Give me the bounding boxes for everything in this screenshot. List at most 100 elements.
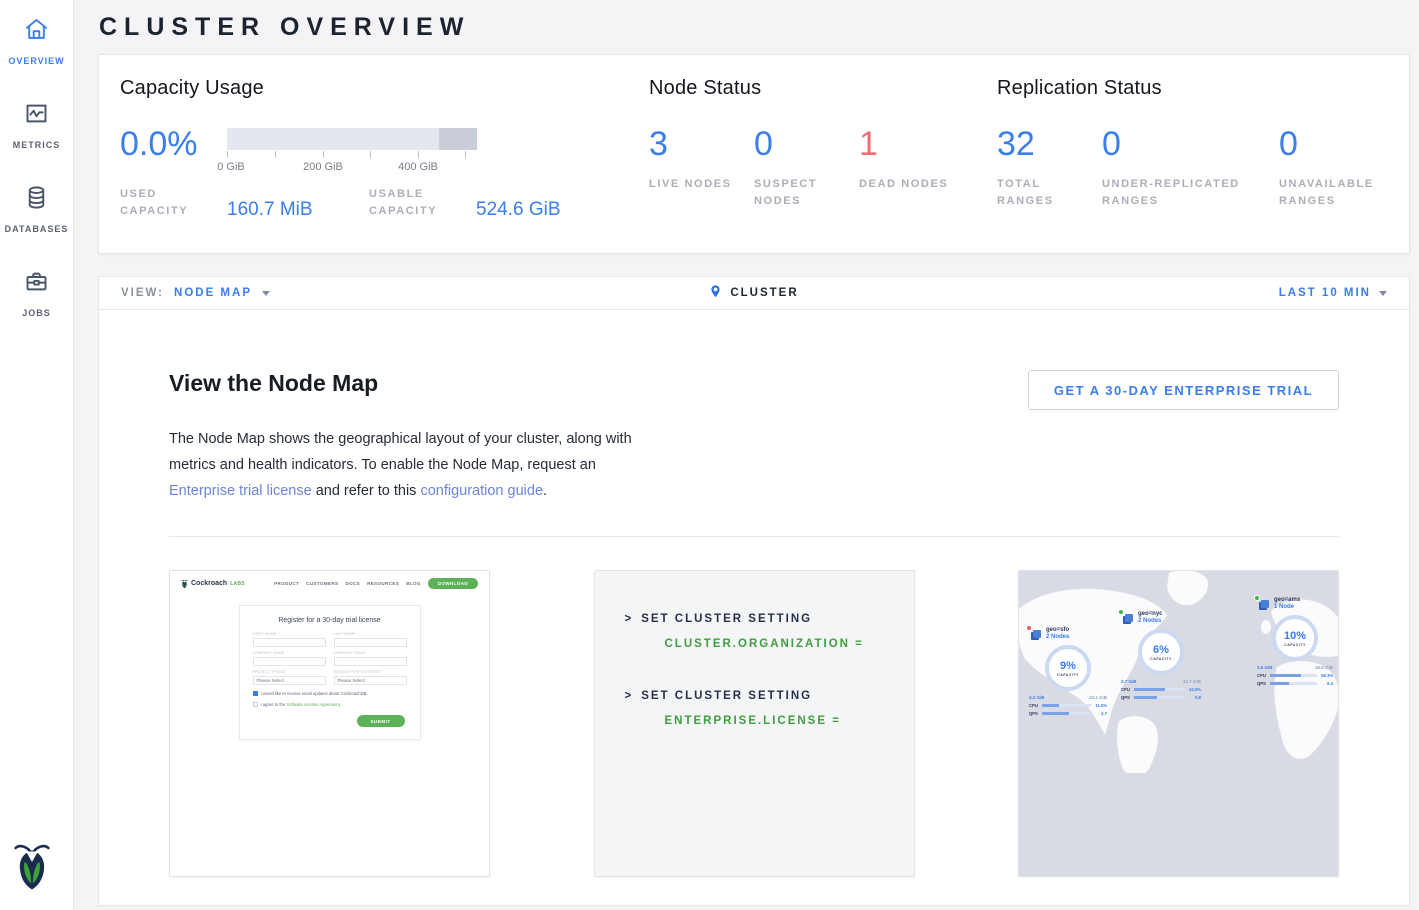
node-map-panel: View the Node Map GET A 30-DAY ENTERPRIS… <box>98 309 1410 906</box>
section-divider <box>169 536 1339 537</box>
locality-widget-sfo: geo=sfo2 Nodes 9% CAPACITY 3.2 GiB33.1 G… <box>1029 627 1107 716</box>
usable-capacity-metric: USABLE CAPACITY 524.6 GiB <box>369 186 618 220</box>
dead-nodes-value: 1 <box>859 125 964 163</box>
sidebar-item-label: DATABASES <box>5 224 69 234</box>
description-text: The Node Map shows the geographical layo… <box>169 431 632 473</box>
page-title: CLUSTER OVERVIEW <box>98 0 1410 54</box>
capacity-donut: 9% CAPACITY <box>1045 645 1091 691</box>
capacity-bar-used-segment <box>439 128 477 150</box>
home-icon <box>23 16 50 48</box>
capacity-bar <box>227 128 477 150</box>
sidebar-item-jobs[interactable]: JOBS <box>22 268 51 318</box>
view-value: NODE MAP <box>174 287 252 299</box>
capacity-donut: 6% CAPACITY <box>1138 629 1184 675</box>
sql-commands-illustration: >SET CLUSTER SETTING CLUSTER.ORGANIZATIO… <box>595 571 914 876</box>
checkbox-checked <box>253 691 258 696</box>
status-dot-green <box>1118 609 1124 615</box>
view-selector-dropdown[interactable]: VIEW: NODE MAP <box>121 287 543 299</box>
cockroachdb-logo-icon <box>13 841 51 898</box>
suspect-nodes-value: 0 <box>754 125 859 163</box>
trial-register-form: Register for a 30-day trial license FIRS… <box>239 605 421 740</box>
sidebar-item-label: JOBS <box>22 308 51 318</box>
suspect-nodes-stat: 0 SUSPECT NODES <box>754 125 859 210</box>
view-label: VIEW: <box>121 287 164 299</box>
total-ranges-stat: 32 TOTAL RANGES <box>997 125 1102 210</box>
configuration-guide-link[interactable]: configuration guide <box>420 483 543 499</box>
first-name-field <box>253 638 326 647</box>
capacity-axis-ticks <box>227 151 477 159</box>
company-email-field <box>334 657 407 666</box>
register-site-screenshot: Cockroach LABS PRODUCT CUSTOMERS DOCS RE… <box>170 571 489 876</box>
sidebar-nav: OVERVIEW METRICS DATABASES JOBS <box>0 0 73 352</box>
map-pin-icon <box>709 284 722 302</box>
node-map-illustration: geo=sfo2 Nodes 9% CAPACITY 3.2 GiB33.1 G… <box>1019 571 1338 876</box>
checkbox-unchecked <box>253 702 258 707</box>
description-text: and refer to this <box>316 483 417 499</box>
under-replicated-ranges-value: 0 <box>1102 125 1279 163</box>
sidebar: OVERVIEW METRICS DATABASES JOBS <box>0 0 74 910</box>
node-cube-icon <box>1033 630 1041 638</box>
node-map-heading: View the Node Map <box>169 370 378 397</box>
node-cube-icon <box>1125 614 1133 622</box>
scope-label: CLUSTER <box>730 287 798 299</box>
register-form-title: Register for a 30-day trial license <box>253 617 407 624</box>
status-dot-green <box>1254 595 1260 601</box>
locality-widget-nyc: geo=nyc2 Nodes 6% CAPACITY 3.7 GiB43.7 G… <box>1121 611 1201 700</box>
live-nodes-stat: 3 LIVE NODES <box>649 125 754 210</box>
total-ranges-label: TOTAL RANGES <box>997 176 1089 210</box>
node-map-description: The Node Map shows the geographical layo… <box>169 426 637 504</box>
step3-caption: Step 3: Refer this configuration guide t… <box>1019 876 1338 877</box>
sidebar-item-overview[interactable]: OVERVIEW <box>8 16 64 66</box>
under-replicated-ranges-label: UNDER-REPLICATED RANGES <box>1102 176 1272 210</box>
sidebar-item-metrics[interactable]: METRICS <box>13 100 61 150</box>
step3-card: geo=sfo2 Nodes 9% CAPACITY 3.2 GiB33.1 G… <box>1018 570 1339 877</box>
chevron-down-icon <box>262 291 270 296</box>
briefcase-icon <box>23 268 50 300</box>
live-nodes-label: LIVE NODES <box>649 176 741 193</box>
sidebar-item-databases[interactable]: DATABASES <box>5 184 69 234</box>
capacity-axis-labels: 0 GiB 200 GiB 400 GiB <box>227 161 477 175</box>
capacity-usage-title: Capacity Usage <box>120 77 649 100</box>
view-toolbar: VIEW: NODE MAP CLUSTER LAST 10 MIN <box>98 276 1410 310</box>
database-icon <box>23 184 50 216</box>
cockroach-labs-logo: Cockroach LABS <box>181 579 245 589</box>
enterprise-trial-button[interactable]: GET A 30-DAY ENTERPRISE TRIAL <box>1028 370 1339 410</box>
total-ranges-value: 32 <box>997 125 1102 163</box>
capacity-bar-chart: 0 GiB 200 GiB 400 GiB <box>227 125 477 175</box>
node-cube-icon <box>1261 600 1269 608</box>
tick-label: 0 GiB <box>217 161 245 173</box>
step1-card: Cockroach LABS PRODUCT CUSTOMERS DOCS RE… <box>169 570 490 877</box>
suspect-nodes-label: SUSPECT NODES <box>754 176 846 210</box>
metrics-icon <box>23 100 50 132</box>
dead-nodes-label: DEAD NODES <box>859 176 951 193</box>
reason-select: Please Select <box>334 676 407 685</box>
usable-capacity-value: 524.6 GiB <box>476 200 561 220</box>
replication-status-title: Replication Status <box>997 77 1409 100</box>
last-name-field <box>334 638 407 647</box>
time-range-dropdown[interactable]: LAST 10 MIN <box>965 287 1387 299</box>
site-nav-menu: PRODUCT CUSTOMERS DOCS RESOURCES BLOG DO… <box>274 578 478 589</box>
enterprise-trial-license-link[interactable]: Enterprise trial license <box>169 483 312 499</box>
under-replicated-ranges-stat: 0 UNDER-REPLICATED RANGES <box>1102 125 1279 210</box>
cluster-summary-panel: Capacity Usage 0.0% 0 GiB 200 GiB 400 Gi… <box>98 54 1410 254</box>
tick-label: 400 GiB <box>398 161 438 173</box>
submit-pill: SUBMIT <box>357 715 405 727</box>
node-status-section: Node Status 3 LIVE NODES 0 SUSPECT NODES… <box>649 77 997 253</box>
status-dot-red <box>1026 625 1032 631</box>
chevron-down-icon <box>1379 291 1387 296</box>
step2-card: >SET CLUSTER SETTING CLUSTER.ORGANIZATIO… <box>594 570 915 877</box>
download-pill: DOWNLOAD <box>428 578 478 589</box>
project-phase-select: Please Select <box>253 676 326 685</box>
usable-capacity-label: USABLE CAPACITY <box>369 186 464 220</box>
sidebar-item-label: OVERVIEW <box>8 56 64 66</box>
used-capacity-value: 160.7 MiB <box>227 200 313 220</box>
capacity-percent: 0.0% <box>120 125 227 175</box>
capacity-usage-section: Capacity Usage 0.0% 0 GiB 200 GiB 400 Gi… <box>120 77 649 253</box>
tick-label: 200 GiB <box>303 161 343 173</box>
locality-widget-ams: geo=ams1 Node 10% CAPACITY 3.6 GiB36.6 G… <box>1257 597 1333 686</box>
step2-caption: Step 2: Activate the trial license with … <box>595 876 914 877</box>
unavailable-ranges-stat: 0 UNAVAILABLE RANGES <box>1279 125 1384 210</box>
company-name-field <box>253 657 326 666</box>
dead-nodes-stat: 1 DEAD NODES <box>859 125 964 210</box>
admin-ui: OVERVIEW METRICS DATABASES JOBS <box>0 0 1419 910</box>
